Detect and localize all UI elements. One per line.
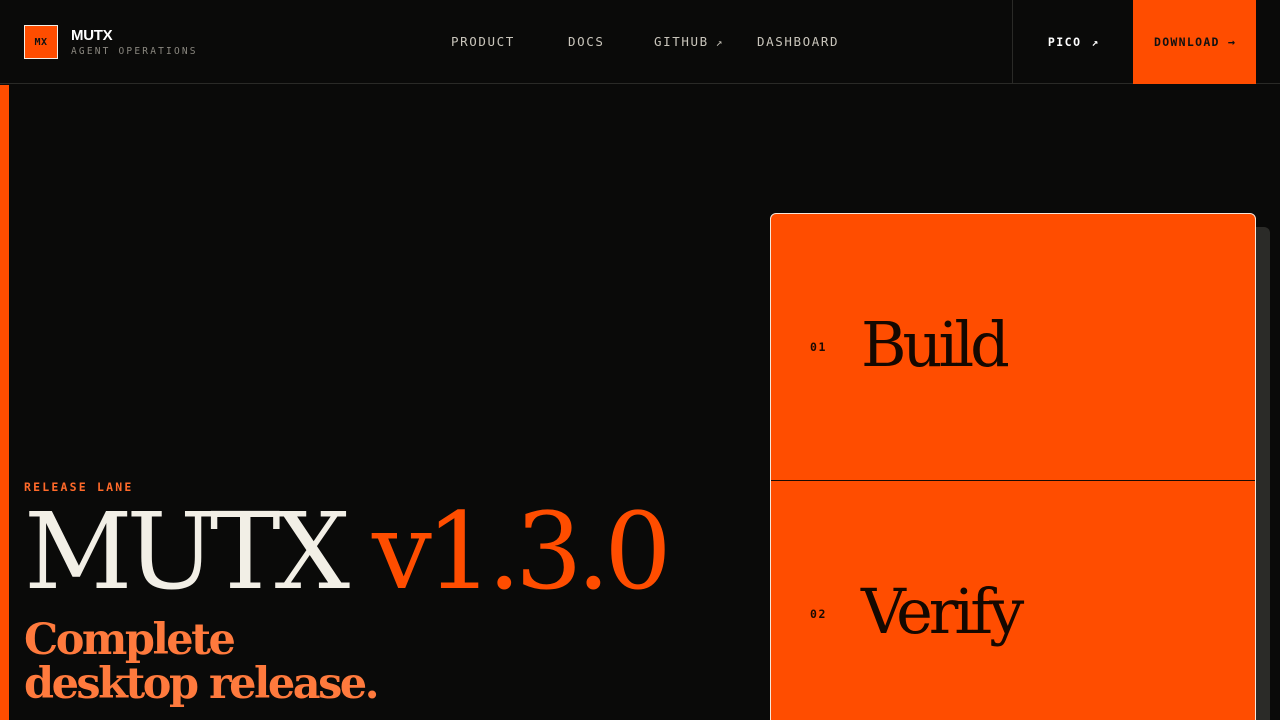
stage-build[interactable]: 01 Build (771, 214, 1255, 481)
stage-label: Verify (861, 575, 1024, 648)
nav-product-label: PRODUCT (451, 34, 515, 49)
top-nav-bar: MX MUTX AGENT OPERATIONS PRODUCT DOCS GI… (0, 0, 1280, 84)
nav-dashboard-link[interactable]: DASHBOARD (757, 34, 839, 49)
release-stages-card: 01 Build 02 Verify (770, 213, 1256, 720)
external-link-icon: ↗ (715, 36, 723, 49)
left-accent-bar (0, 85, 9, 720)
nav-dashboard-label: DASHBOARD (757, 34, 840, 49)
nav-docs-link[interactable]: DOCS (568, 34, 605, 49)
hero-title: MUTX v1.3.0 (24, 490, 672, 613)
stage-number: 01 (810, 340, 828, 354)
brand-tagline: AGENT OPERATIONS (71, 46, 198, 57)
nav-github-label: GITHUB (654, 34, 709, 49)
download-label: DOWNLOAD (1153, 35, 1220, 49)
nav-product-link[interactable]: PRODUCT (451, 34, 515, 49)
arrow-right-icon: → (1227, 35, 1236, 49)
nav-docs-label: DOCS (568, 34, 605, 49)
brand-name[interactable]: MUTX (71, 27, 113, 44)
external-link-icon: ↗ (1091, 35, 1099, 49)
hero-title-name: MUTX (24, 490, 350, 613)
stage-verify[interactable]: 02 Verify (771, 481, 1255, 720)
stage-label: Build (861, 308, 1010, 381)
hero-subtitle: Complete desktop release. (24, 615, 380, 709)
nav-github-link[interactable]: GITHUB ↗ (654, 34, 722, 49)
hero-subtitle-line-2: desktop release. (24, 659, 380, 709)
pico-label: PICO (1047, 35, 1082, 49)
hero-subtitle-line-1: Complete (24, 615, 236, 665)
logo-mark[interactable]: MX (24, 25, 58, 59)
hero-title-version: v1.3.0 (372, 490, 672, 613)
download-button[interactable]: DOWNLOAD → (1133, 0, 1256, 84)
pico-button[interactable]: PICO ↗ (1012, 0, 1133, 84)
card-stack-shadow (1256, 227, 1270, 720)
stage-number: 02 (810, 607, 828, 621)
